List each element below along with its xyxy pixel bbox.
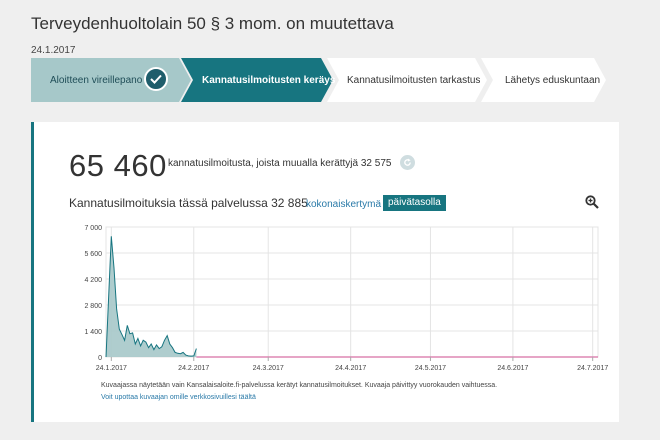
progress-steps: Aloitteen vireillepano Kannatusilmoitust… [31,58,606,102]
x-tick-label: 24.5.2017 [415,365,446,372]
support-chart: 0 1 400 2 800 4 200 5 600 7 000 24.1.2017 24.2… [84,225,608,372]
zoom-in-icon[interactable] [585,195,599,214]
cumulative-link[interactable]: kokonaiskertymä [306,199,381,210]
x-tick-label: 24.2.2017 [178,365,209,372]
y-tick-label: 0 [98,355,102,362]
step-label: Aloitteen vireillepano [50,74,143,86]
x-tick-label: 24.3.2017 [253,365,284,372]
supporters-description: kannatusilmoitusta, joista muualla kerät… [168,158,392,169]
chart-x-axis: 24.1.2017 24.2.2017 24.3.2017 24.4.2017 24.5… [96,357,608,372]
series-area [106,236,197,357]
x-tick-label: 24.7.2017 [577,365,608,372]
x-tick-label: 24.6.2017 [497,365,528,372]
step-verification[interactable]: Kannatusilmoitusten tarkastus [327,58,487,102]
daily-button[interactable]: päivätasolla [383,195,446,211]
embed-link[interactable]: Voit upottaa kuvaajan omille verkkosivui… [101,394,256,401]
y-tick-label: 7 000 [84,225,102,232]
total-supporters: 65 460 [69,148,167,183]
y-tick-label: 2 800 [84,303,102,310]
page-title: Terveydenhuoltolain 50 § 3 mom. on muute… [31,14,394,33]
step-label: Lähetys eduskuntaan [505,74,601,86]
chart-note: Kuvaajassa näytetään vain Kansalaisaloit… [101,382,498,389]
chart-y-axis: 0 1 400 2 800 4 200 5 600 7 000 [84,225,102,362]
step-collection[interactable]: Kannatusilmoitusten keräys [181,58,336,102]
y-tick-label: 1 400 [84,329,102,336]
chart-title: Kannatusilmoituksia tässä palvelussa 32 … [69,196,308,210]
x-tick-label: 24.4.2017 [335,365,366,372]
y-tick-label: 5 600 [84,251,102,258]
x-tick-label: 24.1.2017 [96,365,127,372]
y-tick-label: 4 200 [84,277,102,284]
step-initiation[interactable]: Aloitteen vireillepano [31,58,191,102]
refresh-icon[interactable] [400,155,415,170]
step-submission[interactable]: Lähetys eduskuntaan [481,58,606,102]
initiative-date: 24.1.2017 [31,45,76,56]
support-panel: 65 460 kannatusilmoitusta, joista muuall… [31,122,619,422]
chart-series [105,236,598,358]
check-icon [144,67,168,91]
step-label: Kannatusilmoitusten keräys [202,74,336,86]
plot-frame [105,226,599,358]
step-label: Kannatusilmoitusten tarkastus [347,74,481,86]
chart-grid [105,226,599,358]
